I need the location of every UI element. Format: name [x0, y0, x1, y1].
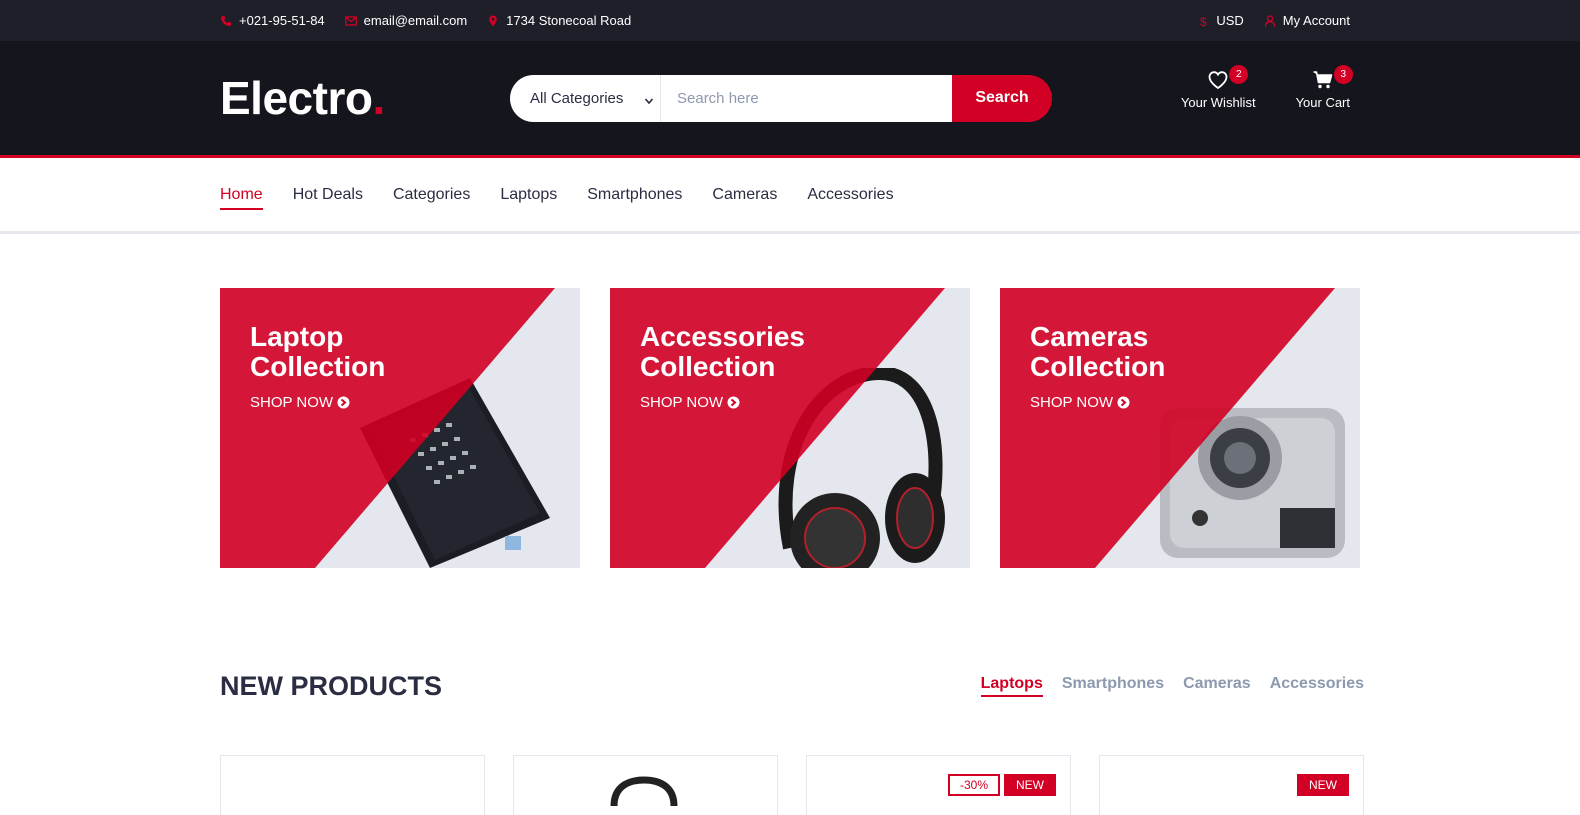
- cart-link[interactable]: Your Cart 3: [1295, 65, 1353, 110]
- shop-now-link[interactable]: SHOP NOW: [1030, 394, 1230, 411]
- my-account-label: My Account: [1282, 13, 1350, 28]
- nav-item-home[interactable]: Home: [220, 178, 263, 212]
- phone-number: +021-95-51-84: [239, 13, 325, 28]
- product-card[interactable]: [513, 755, 778, 815]
- shop-now-label: SHOP NOW: [250, 394, 334, 411]
- phone-link[interactable]: +021-95-51-84: [220, 13, 325, 28]
- email-address: email@email.com: [363, 13, 468, 28]
- new-badge: NEW: [1297, 774, 1349, 796]
- address-link[interactable]: 1734 Stonecoal Road: [487, 13, 631, 28]
- phone-icon: [220, 15, 232, 27]
- product-labels: NEW: [1297, 774, 1349, 796]
- dollar-icon: $: [1197, 15, 1209, 27]
- product-card[interactable]: -30% NEW: [806, 755, 1071, 815]
- nav-item-hot-deals[interactable]: Hot Deals: [293, 178, 363, 212]
- arrow-circle-right-icon: [727, 396, 740, 409]
- arrow-circle-right-icon: [1117, 396, 1130, 409]
- shop-now-link[interactable]: SHOP NOW: [250, 394, 450, 411]
- wishlist-label: Your Wishlist: [1180, 95, 1256, 110]
- svg-text:$: $: [1200, 15, 1207, 27]
- collection-title-line1: Cameras: [1030, 321, 1149, 352]
- category-select[interactable]: All Categories: [510, 74, 661, 122]
- new-products-title: NEW PRODUCTS: [220, 671, 442, 701]
- shopping-cart-icon: [1312, 69, 1334, 91]
- collection-body: Cameras Collection SHOP NOW: [1030, 322, 1230, 412]
- logo-dot: .: [372, 72, 385, 124]
- collection-title-line2: Collection: [1030, 351, 1166, 382]
- collection-body: Laptop Collection SHOP NOW: [250, 322, 450, 412]
- collection-title-line2: Collection: [250, 351, 386, 382]
- product-image: [609, 776, 679, 806]
- search-input[interactable]: [661, 74, 952, 122]
- nav-item-laptops[interactable]: Laptops: [500, 178, 557, 212]
- collection-title-line2: Collection: [640, 351, 776, 382]
- tab-cameras[interactable]: Cameras: [1183, 675, 1251, 697]
- collection-title: Accessories Collection: [640, 322, 840, 382]
- search-form: All Categories Search: [510, 74, 1052, 122]
- logo-text: Electro: [220, 72, 373, 124]
- shop-now-link[interactable]: SHOP NOW: [640, 394, 840, 411]
- envelope-icon: [344, 15, 357, 27]
- account-links: $ USD My Account: [1197, 13, 1350, 28]
- collection-title-line1: Laptop: [250, 321, 344, 352]
- nav-item-cameras[interactable]: Cameras: [712, 178, 777, 212]
- sale-badge: -30%: [947, 774, 1000, 796]
- product-list: -30% NEW NEW: [220, 755, 1364, 815]
- top-bar: +021-95-51-84 email@email.com 1734 Stone…: [0, 0, 1580, 41]
- product-card[interactable]: [220, 755, 485, 815]
- new-badge: NEW: [1004, 774, 1056, 796]
- wishlist-link[interactable]: Your Wishlist 2: [1180, 65, 1256, 110]
- shop-now-label: SHOP NOW: [1030, 394, 1114, 411]
- tab-accessories[interactable]: Accessories: [1270, 675, 1364, 697]
- category-select-value: All Categories: [530, 89, 624, 107]
- logo[interactable]: Electro.: [220, 71, 510, 125]
- cart-label: Your Cart: [1295, 95, 1350, 110]
- product-labels: -30% NEW: [947, 774, 1056, 796]
- collection-title: Laptop Collection: [250, 322, 450, 382]
- currency-label: USD: [1216, 13, 1244, 28]
- map-marker-icon: [487, 15, 499, 27]
- user-icon: [1264, 14, 1276, 27]
- wishlist-count-badge: 2: [1229, 65, 1249, 84]
- cart-count-badge: 3: [1333, 65, 1353, 84]
- cameras-collection-card[interactable]: Cameras Collection SHOP NOW: [1000, 288, 1360, 568]
- my-account-link[interactable]: My Account: [1264, 13, 1350, 28]
- laptop-collection-card[interactable]: Laptop Collection SHOP NOW: [220, 288, 580, 568]
- heart-icon: [1207, 69, 1229, 91]
- email-link[interactable]: email@email.com: [344, 13, 468, 28]
- new-products-tabs: Laptops Smartphones Cameras Accessories: [980, 675, 1364, 697]
- tab-laptops[interactable]: Laptops: [980, 675, 1044, 697]
- header: Electro. All Categories Search Your Wish…: [0, 41, 1580, 158]
- collections-row: Laptop Collection SHOP NOW Accessories C…: [220, 288, 1360, 568]
- nav-item-accessories[interactable]: Accessories: [807, 178, 893, 212]
- arrow-circle-right-icon: [337, 396, 350, 409]
- search-button[interactable]: Search: [952, 74, 1052, 122]
- currency-link[interactable]: $ USD: [1197, 13, 1243, 28]
- nav-item-smartphones[interactable]: Smartphones: [587, 178, 682, 212]
- shop-now-label: SHOP NOW: [640, 394, 724, 411]
- collection-title-line1: Accessories: [640, 321, 806, 352]
- tab-smartphones[interactable]: Smartphones: [1062, 675, 1164, 697]
- collection-body: Accessories Collection SHOP NOW: [640, 322, 840, 412]
- accessories-collection-card[interactable]: Accessories Collection SHOP NOW: [610, 288, 970, 568]
- address-text: 1734 Stonecoal Road: [506, 13, 632, 28]
- chevron-down-icon: [644, 93, 654, 105]
- nav-item-categories[interactable]: Categories: [393, 178, 470, 212]
- product-card[interactable]: NEW: [1099, 755, 1364, 815]
- contact-links: +021-95-51-84 email@email.com 1734 Stone…: [220, 13, 631, 28]
- main-navigation: Home Hot Deals Categories Laptops Smartp…: [0, 158, 1580, 234]
- collection-title: Cameras Collection: [1030, 322, 1230, 382]
- header-actions: Your Wishlist 2 Your Cart 3: [1180, 65, 1353, 110]
